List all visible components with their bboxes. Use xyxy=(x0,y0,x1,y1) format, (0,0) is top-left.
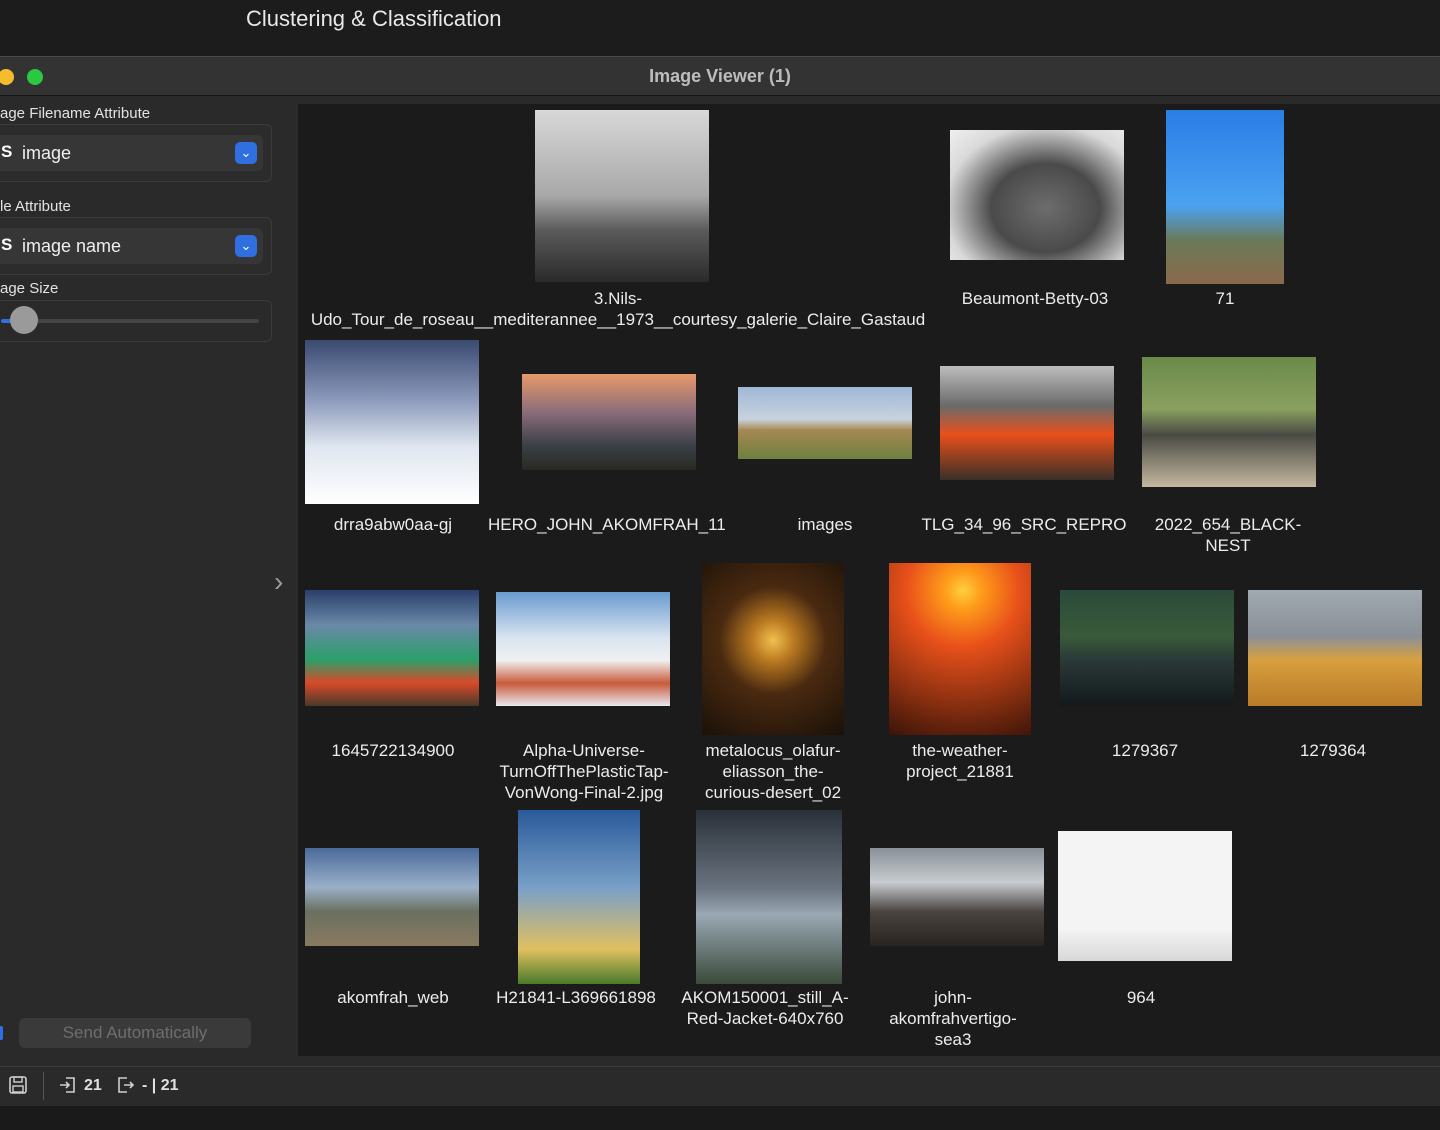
image-caption: TLG_34_96_SRC_REPRO xyxy=(921,515,1127,534)
output-count: - | 21 xyxy=(142,1077,179,1094)
image-thumbnail[interactable] xyxy=(305,340,479,504)
title-attribute-combo[interactable]: S image name ⌄ xyxy=(0,228,263,264)
image-thumbnail[interactable] xyxy=(518,810,640,984)
image-caption: 1279364 xyxy=(1299,741,1367,760)
image-thumbnail[interactable] xyxy=(1142,357,1316,487)
image-size-label: age Size xyxy=(0,280,59,297)
image-thumbnail[interactable] xyxy=(696,810,842,984)
image-caption: drra9abw0aa-gj xyxy=(333,515,453,534)
window-titlebar: Image Viewer (1) xyxy=(0,56,1440,96)
image-caption: the-weather- project_21881 xyxy=(906,741,1014,781)
image-caption: john- akomfrahvertigo- sea3 xyxy=(889,988,1017,1049)
image-size-slider-track[interactable] xyxy=(1,319,259,323)
image-caption: 2022_654_BLACK- NEST xyxy=(1154,515,1302,555)
window-title: Image Viewer (1) xyxy=(649,66,791,86)
image-caption: 1279367 xyxy=(1111,741,1179,760)
image-caption: images xyxy=(797,515,853,534)
output-icon xyxy=(115,1075,135,1100)
image-thumbnail[interactable] xyxy=(940,366,1114,480)
image-thumbnail[interactable] xyxy=(522,374,696,470)
send-automatically-checkbox[interactable] xyxy=(0,1026,3,1040)
image-filename-attribute-label: age Filename Attribute xyxy=(0,105,151,122)
image-caption: H21841-L369661898 xyxy=(496,988,656,1007)
image-filename-attribute-combo[interactable]: S image ⌄ xyxy=(0,135,263,171)
send-automatically-button[interactable]: Send Automatically xyxy=(19,1018,251,1048)
image-caption: akomfrah_web xyxy=(337,988,449,1007)
chevron-right-icon[interactable]: › xyxy=(274,566,283,598)
image-thumbnail[interactable] xyxy=(889,563,1031,735)
title-attribute-group: S image name ⌄ xyxy=(0,217,272,275)
image-grid: 3.Nils- Udo_Tour_de_roseau__mediterannee… xyxy=(298,104,1440,1056)
title-attribute-value: image name xyxy=(22,236,122,256)
image-caption: AKOM150001_still_A- Red-Jacket-640x760 xyxy=(681,988,849,1028)
image-caption: Beaumont-Betty-03 xyxy=(961,289,1109,308)
chevron-down-icon[interactable]: ⌄ xyxy=(235,142,257,164)
image-caption: metalocus_olafur- eliasson_the- curious-… xyxy=(704,741,842,802)
image-thumbnail[interactable] xyxy=(1166,110,1284,284)
input-count: 21 xyxy=(84,1077,102,1094)
desktop-strip xyxy=(0,1106,1440,1130)
input-icon xyxy=(58,1075,78,1100)
save-icon[interactable] xyxy=(8,1075,28,1100)
string-type-icon: S xyxy=(1,142,13,161)
image-thumbnail[interactable] xyxy=(738,387,912,459)
image-filename-attribute-value: image xyxy=(22,143,72,163)
image-caption: 1645722134900 xyxy=(331,741,455,760)
status-bar: 21 - | 21 xyxy=(0,1066,1440,1106)
image-thumbnail[interactable] xyxy=(305,590,479,706)
app-title: Clustering & Classification xyxy=(246,6,502,31)
image-thumbnail[interactable] xyxy=(950,130,1124,260)
app-header: Clustering & Classification xyxy=(0,0,1440,56)
image-caption: 3.Nils- Udo_Tour_de_roseau__mediterannee… xyxy=(310,289,926,329)
image-thumbnail[interactable] xyxy=(702,563,844,735)
image-caption: 964 xyxy=(1126,988,1156,1007)
image-thumbnail[interactable] xyxy=(535,110,709,282)
string-type-icon: S xyxy=(1,235,13,254)
image-filename-attribute-group: S image ⌄ xyxy=(0,124,272,182)
image-thumbnail[interactable] xyxy=(1248,590,1422,706)
status-divider xyxy=(43,1072,44,1100)
image-thumbnail[interactable] xyxy=(1060,590,1234,706)
image-thumbnail[interactable] xyxy=(1058,831,1232,961)
control-panel: age Filename Attribute S image ⌄ le Attr… xyxy=(0,96,296,1064)
image-thumbnail[interactable] xyxy=(305,848,479,946)
chevron-down-icon[interactable]: ⌄ xyxy=(235,235,257,257)
image-size-slider-handle[interactable] xyxy=(9,306,38,334)
image-thumbnail[interactable] xyxy=(870,848,1044,946)
image-size-group xyxy=(0,300,272,342)
image-caption: HERO_JOHN_AKOMFRAH_11 xyxy=(488,515,726,534)
title-attribute-label: le Attribute xyxy=(0,198,71,215)
image-caption: 71 xyxy=(1215,289,1235,308)
image-caption: Alpha-Universe- TurnOffThePlasticTap- Vo… xyxy=(499,741,669,802)
image-thumbnail[interactable] xyxy=(496,592,670,706)
image-viewer-window: Image Viewer (1) age Filename Attribute … xyxy=(0,56,1440,1106)
